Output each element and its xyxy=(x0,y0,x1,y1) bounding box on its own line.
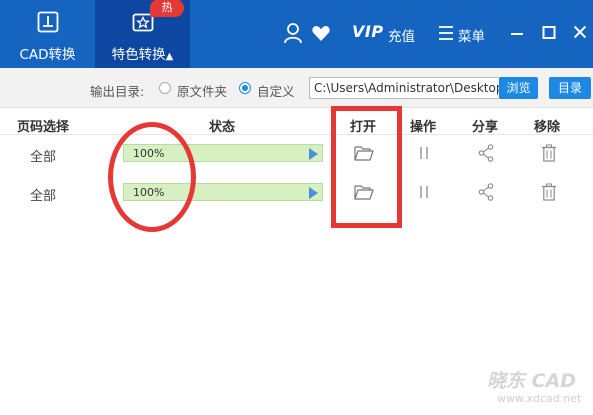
play-arrow-icon[interactable] xyxy=(309,187,318,199)
page-selection-cell[interactable]: 全部 xyxy=(30,146,56,165)
pause-icon[interactable] xyxy=(418,185,430,199)
tab-cad-convert[interactable]: CAD转换 xyxy=(0,0,95,68)
radio-custom-label[interactable]: 自定义 xyxy=(257,81,295,100)
watermark-url: www.xdcad.net xyxy=(497,392,582,405)
share-icon[interactable] xyxy=(478,183,494,201)
watermark-logo: 晓东 CAD xyxy=(487,370,577,392)
radio-original-folder-label[interactable]: 原文件夹 xyxy=(177,81,227,100)
vip-logo[interactable]: VIP xyxy=(352,22,384,41)
browse-button[interactable]: 浏览 xyxy=(499,77,538,99)
heart-icon[interactable] xyxy=(311,22,331,44)
open-directory-button[interactable]: 目录 xyxy=(549,77,591,99)
output-directory-label: 输出目录: xyxy=(90,84,145,99)
radio-custom[interactable] xyxy=(239,82,251,94)
radio-original-folder[interactable] xyxy=(159,82,171,94)
hot-badge: 热 xyxy=(150,0,184,17)
menu-icon[interactable] xyxy=(438,22,454,44)
tab-special-convert-label: 特色转换▲ xyxy=(111,47,174,63)
tab-cad-convert-label: CAD转换 xyxy=(19,47,76,63)
pause-icon[interactable] xyxy=(418,146,430,160)
header-divider xyxy=(0,134,593,135)
play-arrow-icon[interactable] xyxy=(309,148,318,160)
minimize-icon[interactable] xyxy=(510,22,524,44)
trash-icon[interactable] xyxy=(541,183,557,201)
cad-convert-icon xyxy=(37,11,58,33)
maximize-icon[interactable] xyxy=(542,22,556,44)
column-header-status: 状态 xyxy=(209,120,236,135)
share-icon[interactable] xyxy=(478,144,494,162)
top-toolbar: CAD转换 特色转换▲ 热 VIP 充值 菜单 xyxy=(0,0,593,68)
column-header-remove: 移除 xyxy=(534,120,561,135)
column-header-share: 分享 xyxy=(472,120,499,135)
output-path-field[interactable]: C:\Users\Administrator\Desktop xyxy=(309,77,500,99)
recharge-label[interactable]: 充值 xyxy=(388,25,415,45)
column-header-operation: 操作 xyxy=(410,120,437,135)
trash-icon[interactable] xyxy=(541,144,557,162)
annotation-ellipse xyxy=(108,122,196,232)
annotation-rectangle xyxy=(331,106,402,228)
user-icon[interactable] xyxy=(283,22,303,44)
page-selection-cell[interactable]: 全部 xyxy=(30,185,56,204)
column-header-page: 页码选择 xyxy=(17,120,70,135)
output-directory-bar: 输出目录: 原文件夹 自定义 C:\Users\Administrator\De… xyxy=(0,68,593,108)
menu-label[interactable]: 菜单 xyxy=(458,25,485,45)
close-icon[interactable] xyxy=(573,22,587,44)
